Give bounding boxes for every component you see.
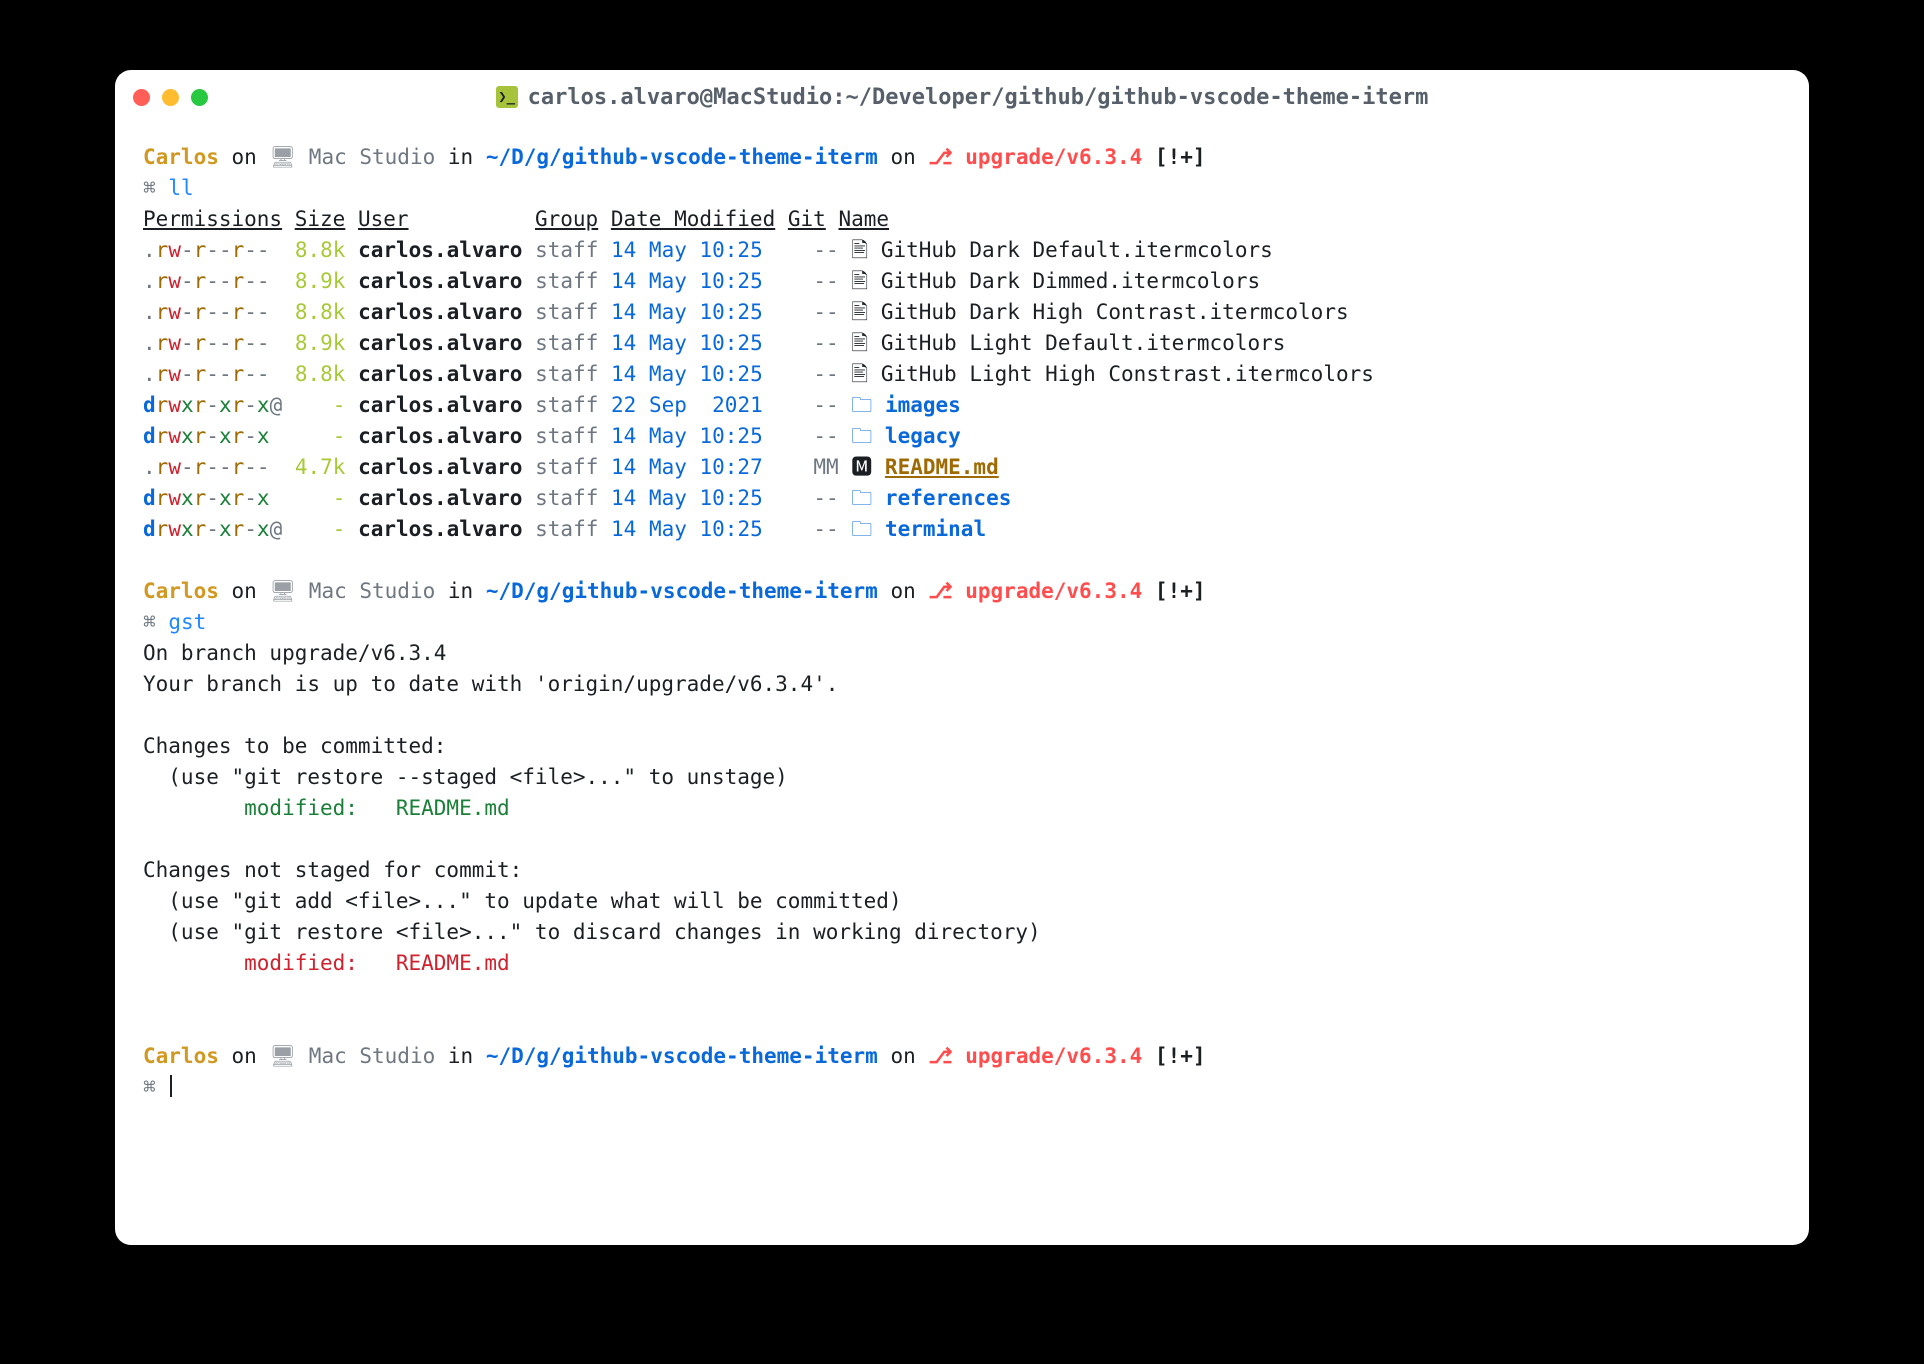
window-controls [133, 89, 208, 106]
staged-change: modified: README.md [143, 796, 510, 820]
git-branch-icon: ⎇ [928, 579, 952, 603]
file-icon: 🖹 [851, 269, 868, 293]
ls-name: GitHub Dark Dimmed.itermcolors [881, 269, 1260, 293]
prompt-in: in [448, 579, 473, 603]
prompt-host: Mac Studio [309, 145, 435, 169]
window-title-text: carlos.alvaro@MacStudio:~/Developer/gith… [528, 85, 1429, 110]
file-icon: 🖹 [851, 362, 868, 386]
terminal-app-icon: ❯_ [496, 86, 518, 108]
prompt-path: ~/D/g/github-vscode-theme-iterm [486, 579, 878, 603]
host-icon: 🖥 [269, 145, 296, 169]
folder-icon: 🗀 [851, 486, 872, 510]
prompt-on2: on [890, 579, 915, 603]
git-branch: upgrade/v6.3.4 [965, 1044, 1142, 1068]
git-branch-icon: ⎇ [928, 145, 952, 169]
folder-icon: 🗀 [851, 517, 872, 541]
ls-name: images [885, 393, 961, 417]
prompt-host: Mac Studio [309, 579, 435, 603]
prompt-user: Carlos [143, 145, 219, 169]
ls-name: GitHub Dark High Contrast.itermcolors [881, 300, 1349, 324]
host-icon: 🖥 [269, 579, 296, 603]
prompt-symbol: ⌘ [143, 176, 156, 200]
prompt-symbol: ⌘ [143, 610, 156, 634]
ls-name: GitHub Light Default.itermcolors [881, 331, 1286, 355]
prompt-in: in [448, 1044, 473, 1068]
prompt-host: Mac Studio [309, 1044, 435, 1068]
git-branch-icon: ⎇ [928, 1044, 952, 1068]
prompt-symbol: ⌘ [143, 1075, 156, 1099]
prompt-user: Carlos [143, 579, 219, 603]
prompt-in: in [448, 145, 473, 169]
prompt-path: ~/D/g/github-vscode-theme-iterm [486, 1044, 878, 1068]
minimize-icon[interactable] [162, 89, 179, 106]
markdown-icon: 🅼 [851, 455, 872, 479]
unstaged-change: modified: README.md [143, 951, 510, 975]
file-icon: 🖹 [851, 238, 868, 262]
prompt-user: Carlos [143, 1044, 219, 1068]
git-branch: upgrade/v6.3.4 [965, 145, 1142, 169]
ls-name: references [885, 486, 1011, 510]
command: gst [168, 610, 206, 634]
terminal-window: ❯_ carlos.alvaro@MacStudio:~/Developer/g… [115, 70, 1809, 1245]
titlebar: ❯_ carlos.alvaro@MacStudio:~/Developer/g… [115, 70, 1809, 124]
folder-icon: 🗀 [851, 393, 872, 417]
file-icon: 🖹 [851, 300, 868, 324]
ls-name: terminal [885, 517, 986, 541]
ls-name: README.md [885, 455, 999, 479]
close-icon[interactable] [133, 89, 150, 106]
git-flags: [!+] [1155, 1044, 1206, 1068]
prompt-on2: on [890, 145, 915, 169]
ls-name: GitHub Light High Constrast.itermcolors [881, 362, 1374, 386]
cursor-icon [170, 1075, 172, 1097]
git-branch: upgrade/v6.3.4 [965, 579, 1142, 603]
git-flags: [!+] [1155, 579, 1206, 603]
prompt-on: on [232, 145, 257, 169]
zoom-icon[interactable] [191, 89, 208, 106]
ls-name: GitHub Dark Default.itermcolors [881, 238, 1273, 262]
prompt-on: on [232, 1044, 257, 1068]
git-flags: [!+] [1155, 145, 1206, 169]
prompt-path: ~/D/g/github-vscode-theme-iterm [486, 145, 878, 169]
command: ll [168, 176, 193, 200]
file-icon: 🖹 [851, 331, 868, 355]
host-icon: 🖥 [269, 1044, 296, 1068]
folder-icon: 🗀 [851, 424, 872, 448]
prompt-on: on [232, 579, 257, 603]
terminal-output[interactable]: Carlos on 🖥 Mac Studio in ~/D/g/github-v… [115, 124, 1809, 1245]
ls-name: legacy [885, 424, 961, 448]
window-title: ❯_ carlos.alvaro@MacStudio:~/Developer/g… [115, 85, 1809, 110]
prompt-on2: on [890, 1044, 915, 1068]
